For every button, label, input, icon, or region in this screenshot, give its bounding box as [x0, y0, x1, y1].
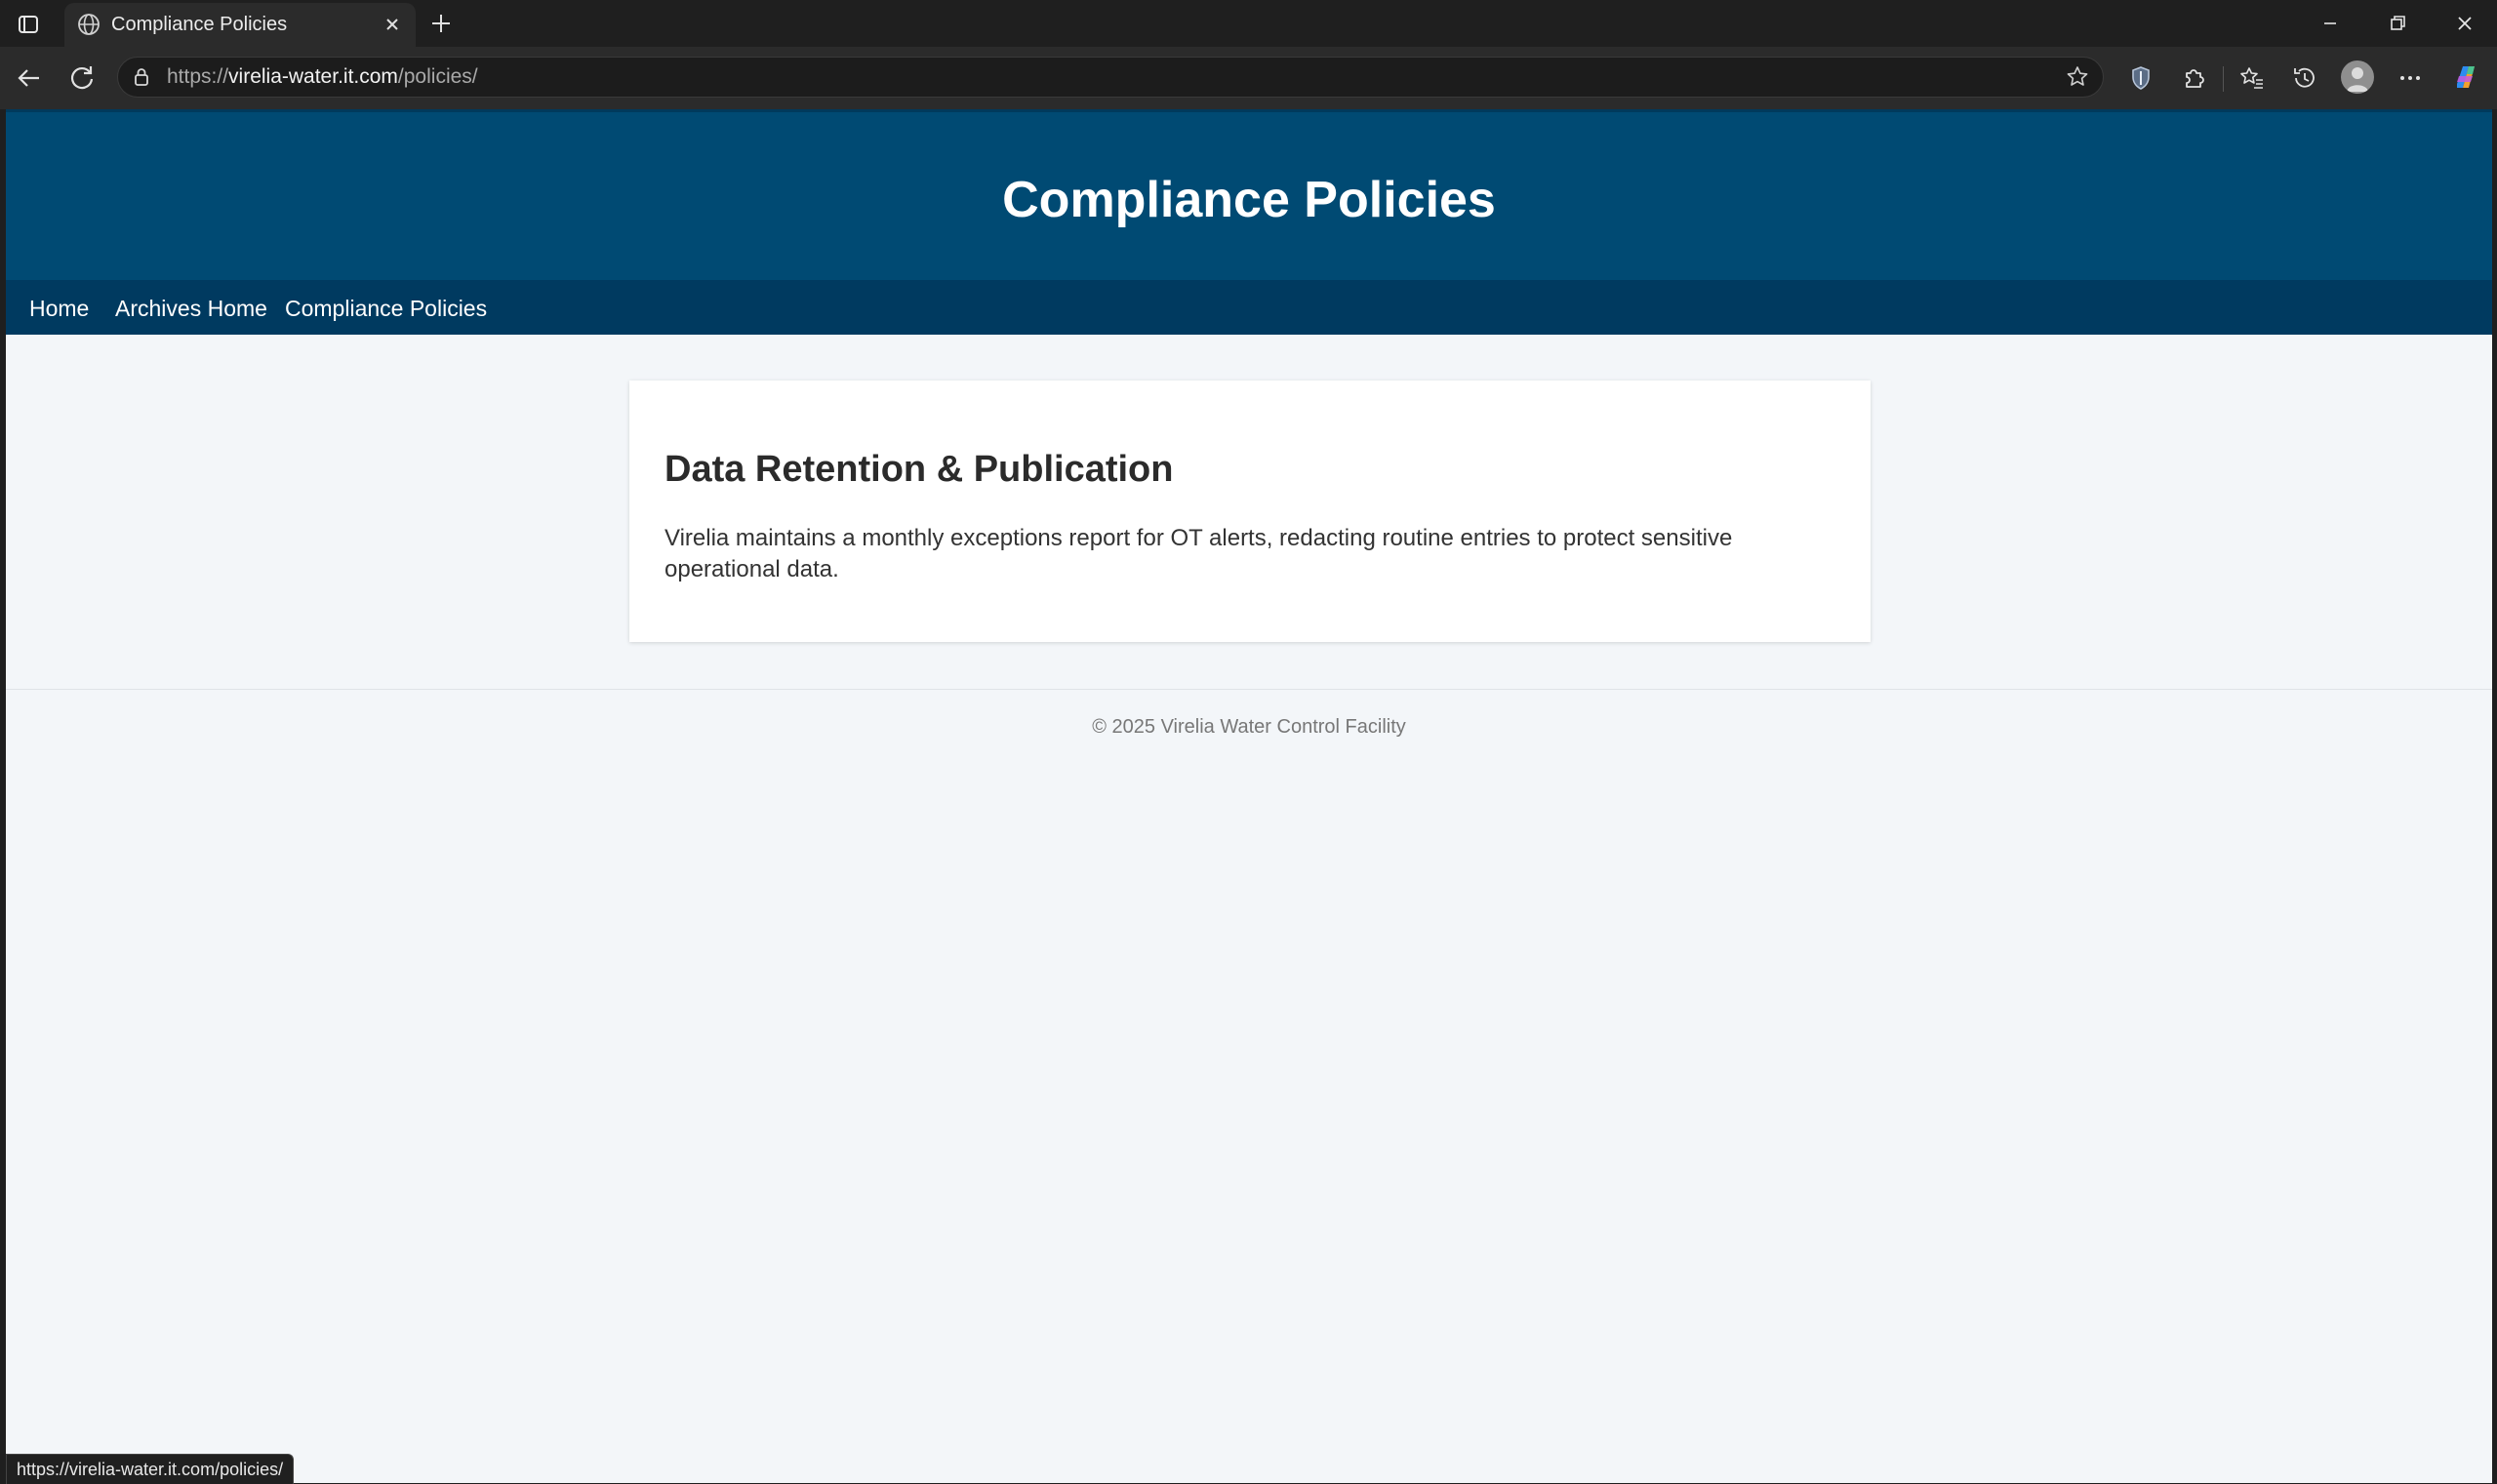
browser-tab[interactable]: Compliance Policies — [64, 3, 416, 47]
close-icon[interactable] — [379, 11, 406, 38]
browser-tab-bar: Compliance Policies — [0, 0, 2497, 47]
reload-icon[interactable] — [62, 59, 101, 98]
tab-title: Compliance Policies — [111, 14, 288, 35]
globe-icon — [74, 10, 103, 39]
status-bar-url: https://virelia-water.it.com/policies/ — [6, 1454, 295, 1484]
site-header: Compliance Policies — [6, 109, 2492, 280]
nav-link-home[interactable]: Home — [29, 296, 89, 322]
footer-copyright: © 2025 Virelia Water Control Facility — [1092, 716, 1406, 738]
address-url: https://virelia-water.it.com/policies/ — [167, 65, 478, 89]
url-host: virelia-water.it.com — [228, 65, 398, 88]
back-arrow-icon[interactable] — [10, 59, 49, 98]
avatar-icon[interactable] — [2341, 60, 2374, 94]
history-icon[interactable] — [2285, 59, 2324, 98]
lock-icon[interactable] — [130, 65, 153, 89]
restore-icon[interactable] — [2375, 6, 2418, 41]
nav-link-archives-home[interactable]: Archives Home — [115, 296, 267, 322]
site-nav: Home Archives Home Compliance Policies — [6, 280, 2492, 335]
puzzle-icon[interactable] — [2174, 59, 2213, 98]
minimize-icon[interactable] — [2309, 6, 2352, 41]
shield-icon[interactable] — [2121, 59, 2160, 98]
star-icon[interactable] — [2064, 63, 2091, 91]
policy-body: Virelia maintains a monthly exceptions r… — [665, 525, 1733, 582]
browser-toolbar: https://virelia-water.it.com/policies/ — [0, 47, 2497, 109]
policy-card: Data Retention & Publication Virelia mai… — [629, 381, 1871, 642]
favorites-icon[interactable] — [2233, 59, 2272, 98]
tab-actions-icon[interactable] — [14, 10, 43, 39]
url-scheme: https:// — [167, 65, 229, 88]
nav-link-compliance-policies[interactable]: Compliance Policies — [285, 296, 487, 322]
address-bar[interactable]: https://virelia-water.it.com/policies/ — [117, 57, 2104, 98]
more-icon[interactable] — [2391, 59, 2430, 98]
policy-heading: Data Retention & Publication — [665, 449, 1174, 490]
plus-icon[interactable] — [425, 8, 457, 39]
page-title: Compliance Policies — [1002, 172, 1496, 228]
toolbar-separator — [2223, 66, 2224, 92]
footer-divider — [6, 689, 2492, 690]
page-viewport: Compliance Policies Home Archives Home C… — [6, 109, 2492, 1483]
url-path: /policies/ — [397, 65, 478, 88]
window-close-icon[interactable] — [2443, 6, 2486, 41]
copilot-icon[interactable] — [2449, 60, 2482, 94]
